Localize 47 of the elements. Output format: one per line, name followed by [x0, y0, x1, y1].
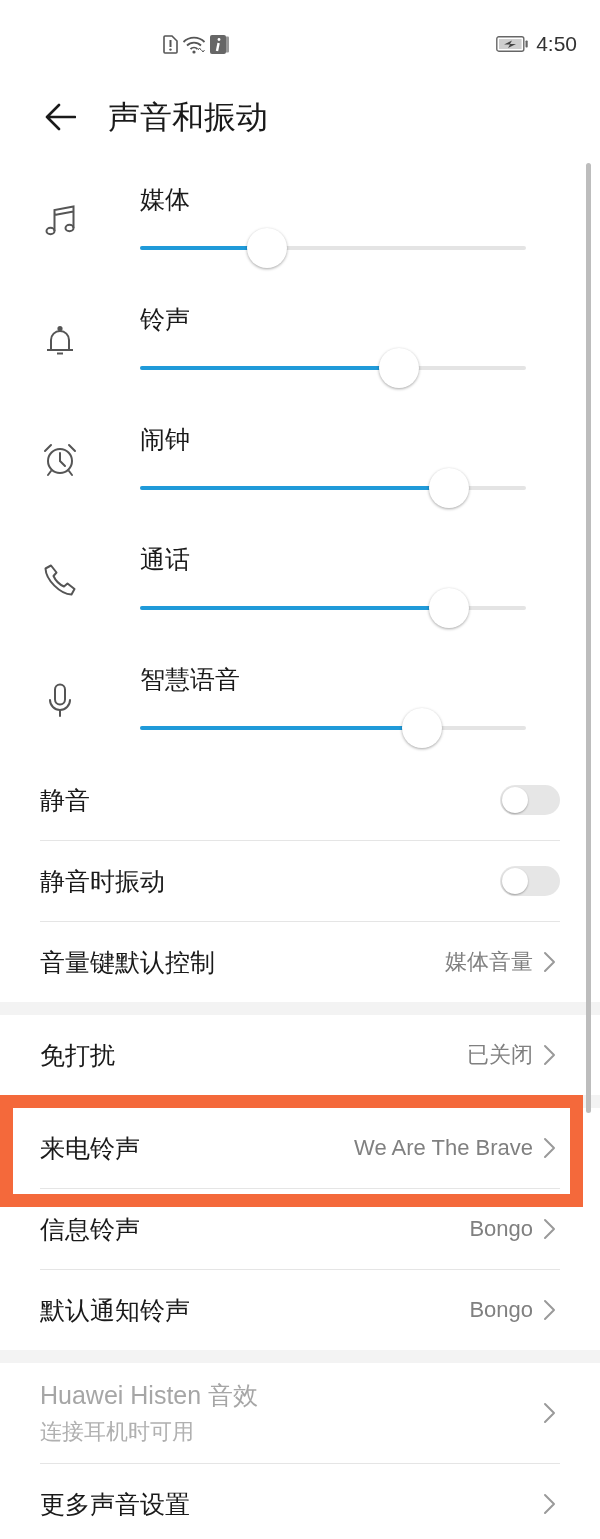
setting-label[interactable]: 音量键默认控制	[40, 947, 215, 977]
slider-thumb[interactable]	[428, 468, 469, 508]
chevron-right-icon[interactable]	[543, 1493, 556, 1515]
setting-label[interactable]: 默认通知铃声	[40, 1295, 190, 1325]
slider-label: 通话	[140, 544, 190, 574]
setting-label[interactable]: 信息铃声	[40, 1214, 140, 1244]
setting-label[interactable]: 免打扰	[40, 1040, 115, 1070]
toggle-switch[interactable]	[500, 785, 560, 815]
music-note-icon	[43, 203, 77, 237]
wifi-icon	[182, 34, 206, 54]
setting-label: 静音	[40, 785, 90, 815]
setting-value: 媒体音量	[445, 948, 533, 976]
toggle-switch[interactable]	[500, 866, 560, 896]
setting-value: Bongo	[469, 1296, 533, 1324]
setting-value: 已关闭	[467, 1041, 533, 1069]
chevron-right-icon[interactable]	[543, 951, 556, 973]
phone-icon	[43, 563, 77, 597]
chevron-right-icon[interactable]	[543, 1218, 556, 1240]
slider-label: 闹钟	[140, 424, 190, 454]
sim-alert-icon	[162, 34, 178, 54]
chevron-right-icon[interactable]	[543, 1137, 556, 1159]
slider-label: 媒体	[140, 184, 190, 214]
setting-label: 静音时振动	[40, 866, 165, 896]
back-arrow-icon[interactable]	[44, 103, 76, 131]
battery-charging-icon	[496, 36, 529, 52]
setting-value: We Are The Brave	[354, 1134, 533, 1162]
setting-value: Bongo	[469, 1215, 533, 1243]
status-time: 4:50	[536, 32, 577, 56]
setting-label[interactable]: 更多声音设置	[40, 1489, 190, 1519]
slider-label: 智慧语音	[140, 664, 240, 694]
setting-label[interactable]: 来电铃声	[40, 1133, 140, 1163]
setting-subtitle: 连接耳机时可用	[40, 1418, 194, 1446]
info-icon	[210, 34, 230, 54]
volume-slider[interactable]	[140, 348, 526, 388]
volume-slider[interactable]	[140, 588, 526, 628]
volume-slider[interactable]	[140, 228, 526, 268]
volume-slider[interactable]	[140, 468, 526, 508]
slider-thumb[interactable]	[428, 588, 469, 628]
alarm-clock-icon	[42, 442, 78, 478]
chevron-right-icon[interactable]	[543, 1299, 556, 1321]
slider-label: 铃声	[140, 304, 190, 334]
slider-thumb[interactable]	[247, 228, 288, 268]
page-title: 声音和振动	[108, 98, 268, 137]
slider-thumb[interactable]	[401, 708, 442, 748]
chevron-right-icon[interactable]	[543, 1044, 556, 1066]
volume-slider[interactable]	[140, 708, 526, 748]
slider-thumb[interactable]	[378, 348, 419, 388]
